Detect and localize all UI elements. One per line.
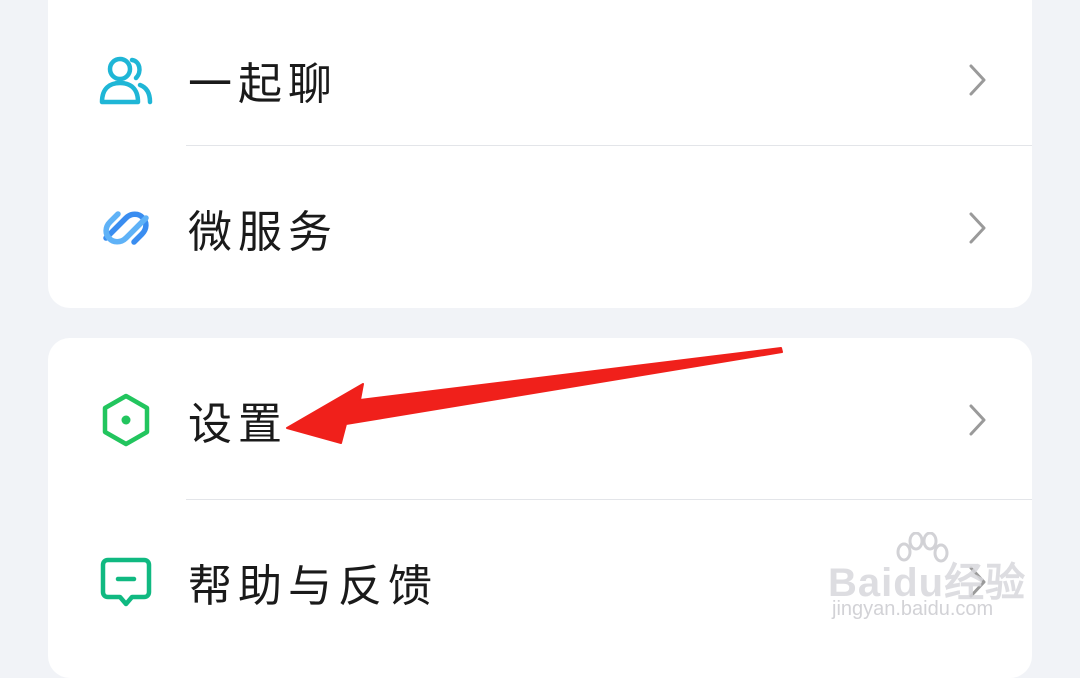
menu-divider — [186, 499, 1032, 500]
menu-item-label: 帮助与反馈 — [188, 561, 438, 612]
menu-item-settings[interactable]: 设置 — [48, 340, 1032, 500]
hexagon-settings-icon — [96, 390, 156, 450]
menu-item-label: 微服务 — [188, 207, 338, 258]
chevron-right-icon — [968, 211, 988, 245]
menu-divider — [186, 145, 1032, 146]
chevron-right-icon — [968, 63, 988, 97]
chevron-right-icon — [968, 403, 988, 437]
menu-card-1: 一起聊 微服务 — [48, 0, 1032, 308]
link-icon — [96, 198, 156, 258]
menu-item-label: 一起聊 — [188, 59, 338, 110]
menu-item-label: 设置 — [188, 399, 288, 450]
chat-feedback-icon — [96, 552, 156, 612]
menu-item-chat-together[interactable]: 一起聊 — [48, 0, 1032, 160]
menu-card-2: 设置 帮助与反馈 — [48, 338, 1032, 678]
people-icon — [96, 50, 156, 110]
menu-item-micro-services[interactable]: 微服务 — [48, 148, 1032, 308]
chevron-right-icon — [968, 565, 988, 599]
menu-item-help-feedback[interactable]: 帮助与反馈 — [48, 502, 1032, 662]
